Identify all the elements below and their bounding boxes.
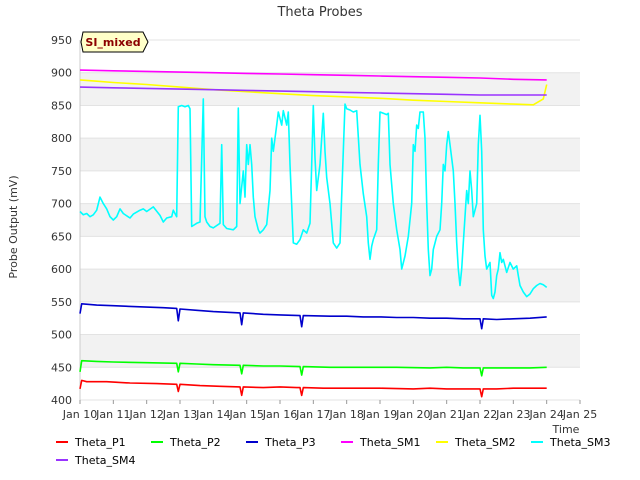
x-tick-label: Jan 19 xyxy=(362,408,397,421)
x-tick-label: Jan 21 xyxy=(428,408,463,421)
legend-label-theta-sm1: Theta_SM1 xyxy=(359,436,420,449)
y-tick-label: 400 xyxy=(51,394,72,407)
grid-band xyxy=(80,105,580,139)
x-tick-label: Jan 10 xyxy=(62,408,97,421)
legend-label-theta-p1: Theta_P1 xyxy=(74,436,126,449)
x-tick-label: Jan 22 xyxy=(462,408,497,421)
x-tick-label: Jan 17 xyxy=(295,408,330,421)
grid-band xyxy=(80,269,580,302)
y-tick-label: 900 xyxy=(51,67,72,80)
y-tick-label: 800 xyxy=(51,132,72,145)
si-mixed-badge: SI_mixed xyxy=(80,31,149,53)
x-tick-label: Jan 14 xyxy=(195,408,230,421)
x-axis-title: Time xyxy=(552,423,580,436)
y-tick-label: 750 xyxy=(51,165,72,178)
y-axis-title: Probe Output (mV) xyxy=(7,175,20,278)
x-tick-label: Jan 24 xyxy=(528,408,563,421)
x-tick-label: Jan 12 xyxy=(128,408,163,421)
legend-label-theta-sm4: Theta_SM4 xyxy=(74,454,135,467)
x-axis-ticks: Jan 10Jan 11Jan 12Jan 13Jan 14Jan 15Jan … xyxy=(62,400,597,421)
x-tick-label: Jan 20 xyxy=(395,408,430,421)
badge-label: SI_mixed xyxy=(85,36,140,49)
y-tick-label: 650 xyxy=(51,230,72,243)
theta-probes-chart: 400 450 500 550 600 650 700 750 800 850 900 950 Jan… xyxy=(7,5,610,467)
x-tick-label: Jan 13 xyxy=(162,408,197,421)
y-tick-label: 450 xyxy=(51,361,72,374)
grid-band xyxy=(80,40,580,73)
y-axis-ticks: 400 450 500 550 600 650 700 750 800 850 900 950 xyxy=(51,34,72,407)
chart-title: Theta Probes xyxy=(276,5,362,20)
x-tick-label: Jan 23 xyxy=(495,408,530,421)
legend-label-theta-sm2: Theta_SM2 xyxy=(454,436,515,449)
y-tick-label: 500 xyxy=(51,329,72,342)
x-tick-label: Jan 18 xyxy=(328,408,363,421)
y-tick-label: 550 xyxy=(51,296,72,309)
x-tick-label: Jan 15 xyxy=(228,408,263,421)
x-tick-label: Jan 16 xyxy=(262,408,297,421)
grid-band xyxy=(80,138,580,171)
y-tick-label: 950 xyxy=(51,34,72,47)
y-tick-label: 700 xyxy=(51,198,72,211)
x-tick-label: Jan 25 xyxy=(562,408,597,421)
legend-label-theta-p3: Theta_P3 xyxy=(264,436,316,449)
legend-label-theta-p2: Theta_P2 xyxy=(169,436,221,449)
y-tick-label: 850 xyxy=(51,99,72,112)
y-tick-label: 600 xyxy=(51,263,72,276)
background-bands xyxy=(80,39,580,401)
x-tick-label: Jan 11 xyxy=(95,408,130,421)
legend-label-theta-sm3: Theta_SM3 xyxy=(549,436,610,449)
legend: Theta_P1 Theta_P2 Theta_P3 Theta_SM1 Theta_S… xyxy=(56,436,610,467)
